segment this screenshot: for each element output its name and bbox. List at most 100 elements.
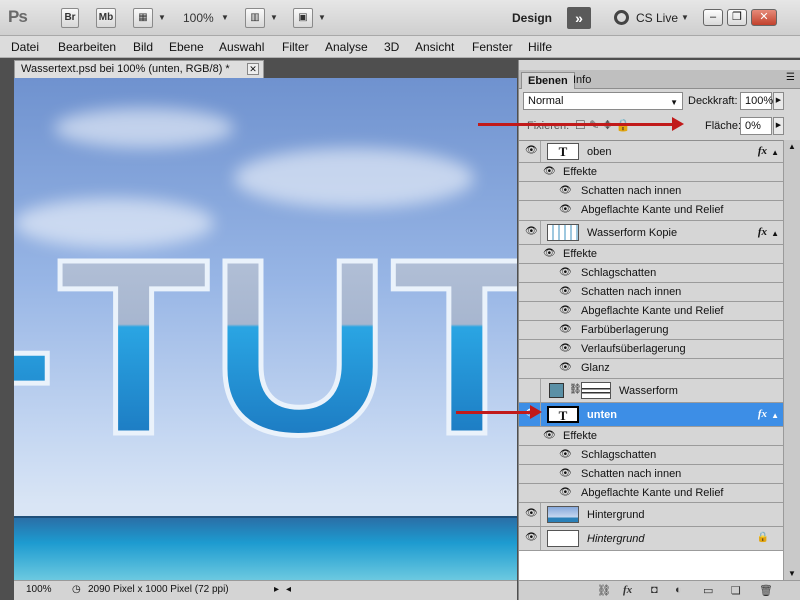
- eye-icon[interactable]: 👁: [543, 248, 556, 259]
- eye-icon[interactable]: 👁: [559, 324, 572, 335]
- panel-menu-icon[interactable]: ☰: [786, 72, 795, 83]
- eye-icon[interactable]: 👁: [525, 145, 538, 156]
- play-icon[interactable]: ▸: [274, 584, 279, 595]
- menu-3d[interactable]: 3D: [384, 40, 399, 54]
- layer-row-oben[interactable]: 👁 T oben fx ▲: [519, 141, 783, 163]
- layer-row-hintergrund-copy[interactable]: 👁 Hintergrund: [519, 503, 783, 527]
- menu-hilfe[interactable]: Hilfe: [528, 40, 552, 54]
- effect-row[interactable]: 👁 Schlagschatten: [519, 446, 783, 465]
- delete-layer-icon[interactable]: 🗑: [759, 584, 773, 597]
- info-icon[interactable]: ◷: [72, 584, 81, 595]
- scroll-left-icon[interactable]: ◂: [286, 584, 291, 595]
- menu-ansicht[interactable]: Ansicht: [415, 40, 454, 54]
- layer-name[interactable]: unten: [587, 409, 617, 421]
- effect-row[interactable]: 👁 Schatten nach innen: [519, 182, 783, 201]
- eye-icon[interactable]: 👁: [559, 305, 572, 316]
- new-group-icon[interactable]: ▭: [703, 584, 713, 597]
- effects-row[interactable]: 👁 Effekte: [519, 163, 783, 182]
- blend-mode-select[interactable]: Normal ▼: [523, 92, 683, 110]
- menu-bild[interactable]: Bild: [133, 40, 153, 54]
- eye-icon[interactable]: 👁: [525, 532, 538, 543]
- collapse-icon[interactable]: ▲: [771, 229, 779, 238]
- effects-row[interactable]: 👁 Effekte: [519, 427, 783, 446]
- eye-icon[interactable]: 👁: [559, 468, 572, 479]
- tab-info[interactable]: Info: [567, 72, 597, 89]
- layer-row-hintergrund[interactable]: 👁 Hintergrund 🔒: [519, 527, 783, 551]
- menu-fenster[interactable]: Fenster: [472, 40, 513, 54]
- fill-field[interactable]: 0%: [740, 117, 772, 135]
- menu-auswahl[interactable]: Auswahl: [219, 40, 264, 54]
- add-style-icon[interactable]: fx: [623, 584, 632, 596]
- eye-icon[interactable]: 👁: [559, 204, 572, 215]
- effect-row[interactable]: 👁 Abgeflachte Kante und Relief: [519, 484, 783, 503]
- fx-icon[interactable]: fx: [758, 408, 767, 420]
- effect-row[interactable]: 👁 Schatten nach innen: [519, 465, 783, 484]
- fill-slider-icon[interactable]: ▶: [773, 117, 784, 135]
- chevron-down-icon[interactable]: ▼: [221, 13, 229, 22]
- chevron-down-icon[interactable]: ▼: [158, 13, 166, 22]
- zoom-level[interactable]: 100%: [183, 11, 214, 25]
- chevron-down-icon[interactable]: ▼: [318, 13, 326, 22]
- document-tab[interactable]: Wassertext.psd bei 100% (unten, RGB/8) *…: [14, 60, 264, 78]
- visibility-toggle[interactable]: [519, 379, 541, 402]
- collapse-icon[interactable]: ▲: [771, 411, 779, 420]
- menu-bearbeiten[interactable]: Bearbeiten: [58, 40, 116, 54]
- layer-row-unten[interactable]: 👁 T unten fx ▲: [519, 403, 783, 427]
- layer-name[interactable]: oben: [587, 146, 611, 158]
- effects-row[interactable]: 👁 Effekte: [519, 245, 783, 264]
- add-mask-icon[interactable]: ◘: [651, 584, 658, 596]
- layer-name[interactable]: Hintergrund: [587, 509, 644, 521]
- cs-live-button[interactable]: CS Live: [636, 11, 678, 25]
- opacity-slider-icon[interactable]: ▶: [773, 92, 784, 110]
- arrange-documents-icon[interactable]: ▥: [245, 8, 265, 28]
- eye-icon[interactable]: 👁: [559, 286, 572, 297]
- effect-row[interactable]: 👁 Schatten nach innen: [519, 283, 783, 302]
- chain-link-icon[interactable]: ⛓: [569, 384, 582, 395]
- scroll-down-icon[interactable]: ▼: [788, 569, 796, 578]
- status-zoom[interactable]: 100%: [26, 584, 52, 595]
- adjustment-layer-icon[interactable]: ◐: [675, 584, 682, 596]
- opacity-field[interactable]: 100%: [740, 92, 773, 110]
- layer-row-wasserform-kopie[interactable]: 👁 Wasserform Kopie fx ▲: [519, 221, 783, 245]
- chevron-down-icon[interactable]: ▼: [681, 13, 689, 22]
- layer-name[interactable]: Wasserform: [619, 385, 678, 397]
- effect-row[interactable]: 👁 Farbüberlagerung: [519, 321, 783, 340]
- menu-analyse[interactable]: Analyse: [325, 40, 368, 54]
- menu-filter[interactable]: Filter: [282, 40, 309, 54]
- new-layer-icon[interactable]: ❏: [731, 584, 741, 597]
- menu-datei[interactable]: Datei: [11, 40, 39, 54]
- eye-icon[interactable]: 👁: [559, 267, 572, 278]
- eye-icon[interactable]: 👁: [525, 508, 538, 519]
- eye-icon[interactable]: 👁: [559, 449, 572, 460]
- fx-icon[interactable]: fx: [758, 145, 767, 157]
- mini-bridge-button[interactable]: Mb: [96, 8, 116, 28]
- layer-name[interactable]: Wasserform Kopie: [587, 227, 677, 239]
- document-canvas[interactable]: -TUTO: [14, 78, 517, 580]
- eye-icon[interactable]: 👁: [543, 430, 556, 441]
- film-strip-icon[interactable]: ▦: [133, 8, 153, 28]
- layers-scrollbar[interactable]: ▲ ▼: [783, 140, 800, 580]
- eye-icon[interactable]: 👁: [525, 226, 538, 237]
- workspace-design[interactable]: Design: [512, 11, 552, 25]
- effect-row[interactable]: 👁 Abgeflachte Kante und Relief: [519, 201, 783, 221]
- collapse-icon[interactable]: ▲: [771, 148, 779, 157]
- eye-icon[interactable]: 👁: [559, 343, 572, 354]
- link-layers-icon[interactable]: ⛓: [597, 584, 611, 597]
- effect-row[interactable]: 👁 Schlagschatten: [519, 264, 783, 283]
- effect-row[interactable]: 👁 Abgeflachte Kante und Relief: [519, 302, 783, 321]
- close-icon[interactable]: ✕: [751, 9, 777, 26]
- close-icon[interactable]: ✕: [247, 63, 259, 75]
- bridge-button[interactable]: Br: [61, 8, 79, 28]
- eye-icon[interactable]: 👁: [559, 487, 572, 498]
- fx-icon[interactable]: fx: [758, 226, 767, 238]
- screen-mode-icon[interactable]: ▣: [293, 8, 313, 28]
- cs-live-icon[interactable]: [614, 10, 629, 25]
- eye-icon[interactable]: 👁: [543, 166, 556, 177]
- minimize-icon[interactable]: –: [703, 9, 723, 26]
- menu-ebene[interactable]: Ebene: [169, 40, 204, 54]
- effect-row[interactable]: 👁 Verlaufsüberlagerung: [519, 340, 783, 359]
- effect-row[interactable]: 👁 Glanz: [519, 359, 783, 379]
- restore-icon[interactable]: ❐: [727, 9, 747, 26]
- expand-workspaces-icon[interactable]: »: [567, 7, 591, 29]
- scroll-up-icon[interactable]: ▲: [788, 142, 796, 151]
